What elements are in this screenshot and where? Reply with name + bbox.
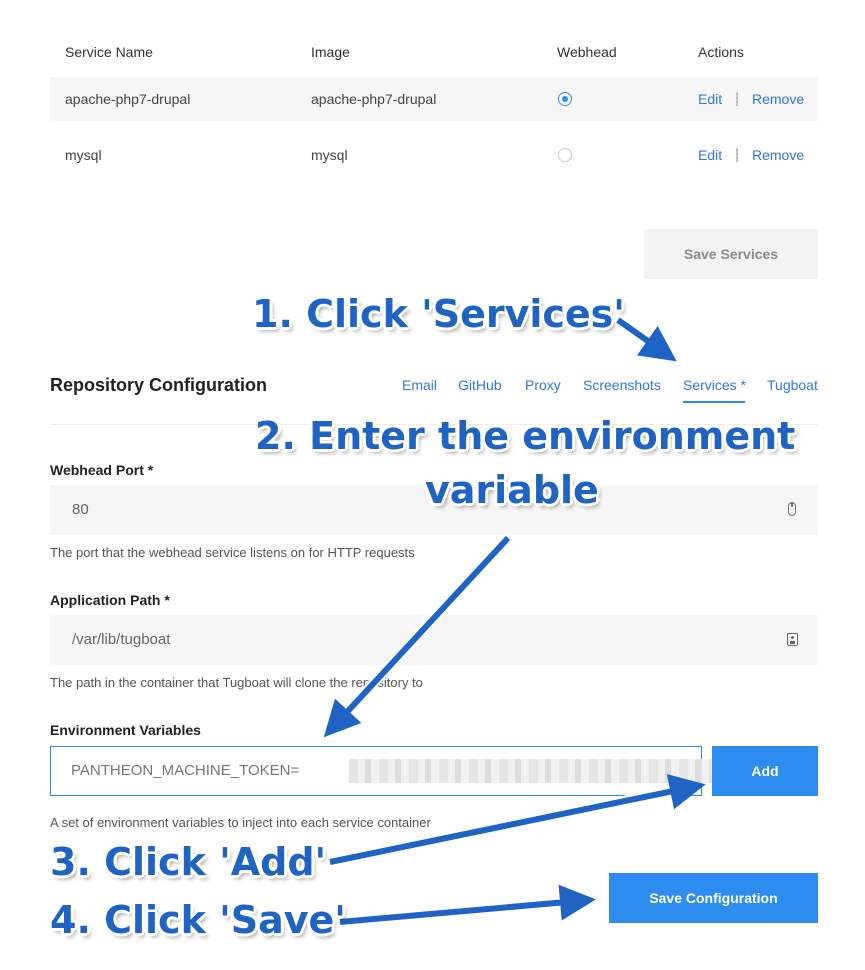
annotation-step2-line1: 2. Enter the environment [255,414,796,458]
annotation-step2-line2: variable [425,468,599,512]
annotation-step1: 1. Click 'Services' [252,292,625,336]
arrow-step2 [323,535,511,738]
arrow-step4 [339,884,596,925]
annotation-step3: 3. Click 'Add' [50,840,327,884]
annotation-step4: 4. Click 'Save' [50,898,346,942]
arrow-step3 [329,774,706,865]
